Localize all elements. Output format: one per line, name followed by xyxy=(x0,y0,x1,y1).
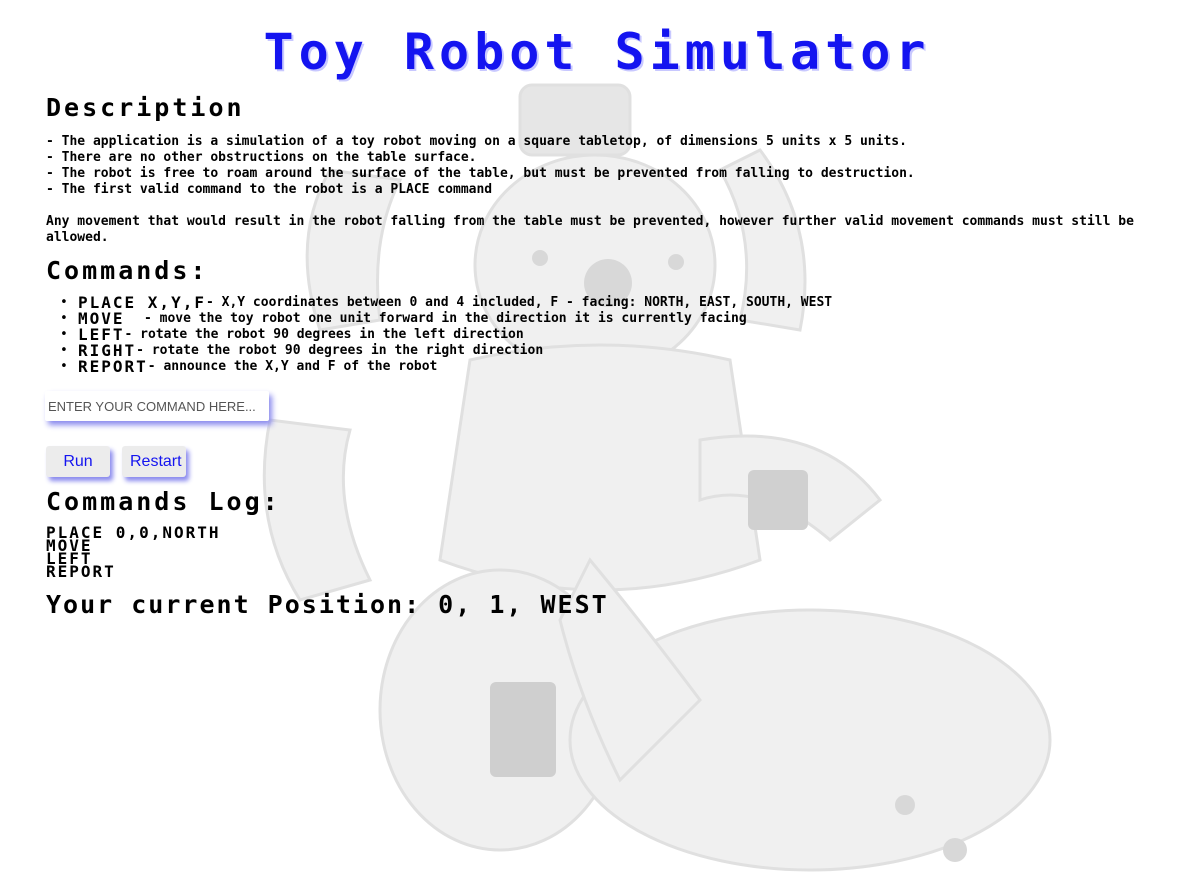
disc-bullet-icon: • xyxy=(60,358,68,374)
list-item: • MOVE - move the toy robot one unit for… xyxy=(60,309,832,328)
disc-bullet-icon: • xyxy=(60,310,68,326)
command-input[interactable] xyxy=(45,391,269,421)
description-line: - The robot is free to roam around the s… xyxy=(46,166,915,181)
current-position: Your current Position: 0, 1, WEST xyxy=(46,590,609,619)
command-name: REPORT xyxy=(78,356,148,376)
robot-background-illustration xyxy=(262,83,1052,872)
command-description: - move the toy robot one unit forward in… xyxy=(136,310,747,326)
command-description: - X,Y coordinates between 0 and 4 includ… xyxy=(205,294,833,310)
list-item: • LEFT - rotate the robot 90 degrees in … xyxy=(60,325,832,344)
description-heading: Description xyxy=(46,93,245,122)
description-line: - There are no other obstructions on the… xyxy=(46,150,477,165)
command-list: • PLACE X,Y,F - X,Y coordinates between … xyxy=(60,293,833,376)
commands-log: PLACE 0,0,NORTH MOVE LEFT REPORT xyxy=(46,525,221,581)
description-line: - The first valid command to the robot i… xyxy=(46,182,493,197)
commands-heading: Commands: xyxy=(46,256,209,285)
description-paragraph: Any movement that would result in the ro… xyxy=(46,214,1134,245)
list-item: • RIGHT - rotate the robot 90 degrees in… xyxy=(60,341,832,360)
disc-bullet-icon: • xyxy=(60,294,68,310)
app-title: Toy Robot Simulator xyxy=(263,23,931,81)
list-item: • REPORT - announce the X,Y and F of the… xyxy=(60,356,832,376)
command-description: - announce the X,Y and F of the robot xyxy=(147,358,438,374)
disc-bullet-icon: • xyxy=(60,342,68,358)
list-item: • PLACE X,Y,F - X,Y coordinates between … xyxy=(60,293,833,312)
command-description: - rotate the robot 90 degrees in the rig… xyxy=(136,342,544,358)
description-line: - The application is a simulation of a t… xyxy=(46,134,907,149)
description-list: - The application is a simulation of a t… xyxy=(46,134,915,198)
run-button[interactable]: Run xyxy=(46,446,110,477)
log-entry: REPORT xyxy=(46,562,116,581)
restart-button[interactable]: Restart xyxy=(122,446,186,477)
command-description: - rotate the robot 90 degrees in the lef… xyxy=(124,326,524,342)
commands-log-heading: Commands Log: xyxy=(46,487,281,516)
disc-bullet-icon: • xyxy=(60,326,68,342)
